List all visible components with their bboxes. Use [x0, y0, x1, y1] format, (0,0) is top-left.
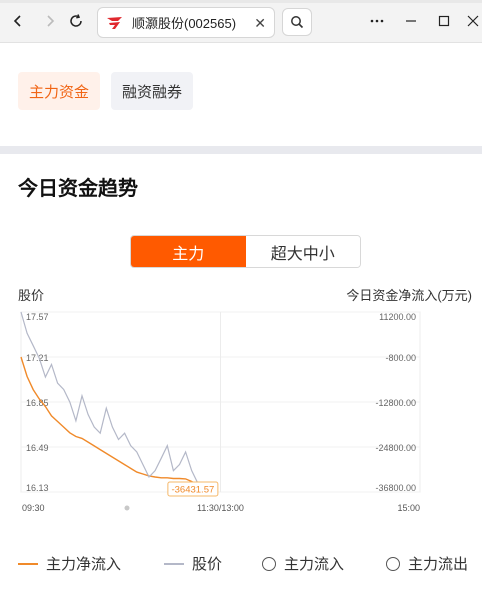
- maximize-icon[interactable]: [437, 13, 451, 32]
- toggle-main-option[interactable]: 主力: [131, 236, 246, 267]
- toggle-size-option[interactable]: 超大中小: [245, 236, 360, 267]
- right-tick-label: -24800.00: [375, 443, 416, 453]
- minimize-icon[interactable]: [404, 13, 418, 32]
- right-tick-label: -12800.00: [375, 398, 416, 408]
- toolbar-top-strip: [0, 0, 482, 3]
- current-value-label: -36431.57: [171, 485, 214, 496]
- legend-line-marker: [18, 562, 38, 565]
- close-icon[interactable]: ✕: [254, 15, 266, 32]
- fund-flow-chart: 17.5717.2116.8516.4916.1311200.00-800.00…: [20, 311, 421, 513]
- search-icon[interactable]: [282, 8, 312, 36]
- legend-label: 主力净流入: [46, 556, 122, 573]
- radio-circle-icon: [386, 556, 400, 571]
- left-tick-label: 16.49: [26, 443, 49, 453]
- fund-type-tabs: 主力资金 融资融券: [18, 72, 194, 110]
- left-tick-label: 17.57: [26, 312, 49, 322]
- browser-toolbar: 顺灏股份(002565) ✕: [0, 0, 482, 43]
- section-divider: [0, 146, 482, 154]
- legend-label: 主力流入: [284, 556, 345, 573]
- legend-item-outflow[interactable]: 主力流出: [386, 553, 468, 574]
- left-tick-label: 16.13: [26, 483, 49, 493]
- flow-type-toggle: 主力 超大中小: [130, 235, 361, 268]
- forward-icon[interactable]: [38, 9, 62, 33]
- x-tick-label: 11:30/13:00: [197, 503, 244, 513]
- tab-title: 顺灏股份(002565): [132, 16, 237, 31]
- close-window-icon[interactable]: [466, 13, 480, 32]
- refresh-icon[interactable]: [64, 9, 88, 33]
- legend-item-price[interactable]: 股价: [164, 553, 222, 574]
- browser-tab[interactable]: 顺灏股份(002565) ✕: [97, 7, 275, 38]
- x-tick-label: 09:30: [22, 503, 45, 513]
- net-inflow-line: [20, 356, 205, 492]
- right-tick-label: 11200.00: [379, 312, 416, 322]
- legend-label: 主力流出: [408, 556, 469, 573]
- more-icon[interactable]: [369, 13, 385, 32]
- legend-line-marker: [164, 562, 184, 565]
- right-tick-label: -800.00: [385, 353, 416, 363]
- tab-main-funds[interactable]: 主力资金: [18, 72, 101, 110]
- legend-item-net-inflow[interactable]: 主力净流入: [18, 553, 121, 574]
- chart-legend: 主力净流入 股价 主力流入 主力流出: [18, 553, 478, 573]
- favicon-icon: [107, 16, 122, 29]
- x-tick-label: 15:00: [397, 503, 420, 513]
- legend-label: 股价: [192, 556, 223, 573]
- back-icon[interactable]: [6, 9, 30, 33]
- tab-margin-trading[interactable]: 融资融券: [111, 72, 194, 110]
- section-title: 今日资金趋势: [18, 178, 138, 200]
- cursor-dot: [124, 505, 130, 511]
- right-tick-label: -36800.00: [375, 483, 416, 493]
- legend-item-inflow[interactable]: 主力流入: [262, 553, 344, 574]
- radio-circle-icon: [262, 556, 276, 571]
